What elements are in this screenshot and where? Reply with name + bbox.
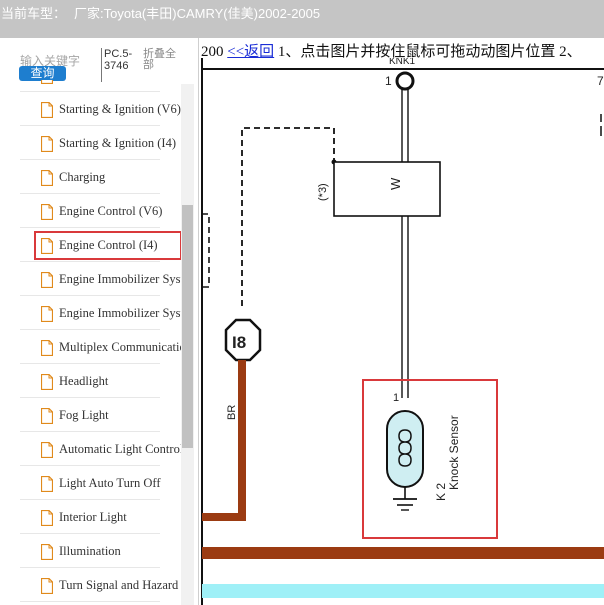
shield-note: (*3) — [317, 183, 329, 201]
document-icon — [41, 510, 53, 526]
tree-item[interactable]: Starting & Ignition (V6) — [20, 92, 181, 126]
tree-item[interactable]: Engine Immobilizer System — [20, 262, 181, 296]
tree-item-label: Multiplex Communication — [59, 340, 181, 354]
document-icon — [41, 272, 53, 288]
tree-item[interactable]: Turn Signal and Hazard — [20, 568, 178, 602]
scrollbar-thumb[interactable] — [182, 205, 193, 448]
wire-color-label: BR — [226, 405, 238, 420]
shield-box-label: W — [388, 177, 403, 190]
bottom-cyan-band — [202, 584, 604, 598]
search-area: 输入关键字 查询 PC.5-3746 折叠全部 — [0, 38, 198, 84]
document-icon — [41, 476, 53, 492]
search-button[interactable]: 查询 — [19, 66, 66, 81]
top-connector-label: KNK1 — [389, 58, 416, 67]
tree-item[interactable]: Light Auto Turn Off — [20, 466, 161, 500]
document-icon — [41, 102, 53, 118]
tree-item-label: Fog Light — [59, 408, 109, 422]
top-pin-number: 1 — [385, 74, 392, 88]
tree-item-label: Starting & Ignition (V6) — [59, 102, 181, 116]
knock-sensor-icon — [386, 410, 424, 488]
tree-item-label: Headlight — [59, 374, 109, 388]
document-icon — [41, 578, 53, 594]
sidebar: 输入关键字 查询 PC.5-3746 折叠全部 Power Source Star… — [0, 38, 198, 605]
top-terminal — [395, 71, 415, 91]
tree-item[interactable]: Interior Light — [20, 500, 160, 534]
sensor-pin-number: 1 — [393, 392, 399, 404]
sensor-code-label: K 2 — [434, 483, 448, 501]
tree-item[interactable]: Engine Control (V6) — [20, 194, 162, 228]
document-icon — [41, 170, 53, 186]
edge-number: 7 — [597, 74, 604, 88]
shield-wire — [241, 127, 335, 306]
tree-item-label: Light Auto Turn Off — [59, 476, 161, 490]
shield-box — [333, 161, 441, 217]
tree-item[interactable]: Fog Light — [20, 398, 160, 432]
document-tree: Power Source Starting & Ignition (V6) Star… — [0, 80, 181, 605]
tree-item[interactable]: Engine Immobilizer System — [20, 296, 181, 330]
tree-item-label: Engine Immobilizer System — [59, 272, 181, 286]
sensor-name-label: Knock Sensor — [447, 415, 461, 490]
document-icon — [41, 80, 53, 84]
tree-item-label: Interior Light — [59, 510, 127, 524]
tree-item-label: Illumination — [59, 544, 121, 558]
tree-item[interactable]: Power Source — [20, 80, 160, 92]
page-code: PC.5-3746 — [101, 48, 137, 82]
document-icon — [41, 544, 53, 560]
sidebar-scrollbar[interactable] — [181, 84, 194, 605]
connector-id-label: I8 — [232, 333, 246, 352]
tree-item[interactable]: Engine Control (I4) — [20, 228, 181, 262]
diagram-viewer: 200 <<返回 1、点击图片并按住鼠标可拖动动图片位置 2、 KNK1 1 7… — [198, 38, 604, 605]
vehicle-label: 当前车型： — [1, 6, 67, 21]
bottom-bus-wire — [202, 547, 604, 559]
document-icon — [41, 306, 53, 322]
tree-item-label: Automatic Light Control — [59, 442, 181, 456]
document-icon — [41, 408, 53, 424]
brown-ground-wire — [202, 360, 246, 521]
tree-item[interactable]: Headlight — [20, 364, 160, 398]
vehicle-model: 厂家:Toyota(丰田)CAMRY(佳美)2002-2005 — [74, 6, 321, 21]
tree-item-label: Charging — [59, 170, 106, 184]
document-icon — [41, 136, 53, 152]
dashed-fragment — [202, 213, 210, 288]
tree-item-label: Engine Control (V6) — [59, 204, 163, 218]
knock-sensor-highlight — [362, 379, 498, 539]
tree-item[interactable]: Illumination — [20, 534, 160, 568]
tree-item-label: Engine Immobilizer System — [59, 306, 181, 320]
document-icon — [41, 340, 53, 356]
tree-item[interactable]: Charging — [20, 160, 160, 194]
tree-item-label: Turn Signal and Hazard — [59, 578, 179, 592]
tree-item[interactable]: Multiplex Communication — [20, 330, 181, 364]
document-icon — [41, 374, 53, 390]
tree-item-label: Power Source — [59, 80, 181, 83]
tree-item[interactable]: Starting & Ignition (I4) — [20, 126, 176, 160]
document-icon — [41, 442, 53, 458]
wiring-diagram[interactable]: KNK1 1 7 W (*3) I8 BR 1 K 2 Knock Sensor — [199, 58, 604, 605]
tree-item-label: Starting & Ignition (I4) — [59, 136, 176, 150]
selected-highlight — [34, 231, 181, 260]
vehicle-header: 当前车型： 厂家:Toyota(丰田)CAMRY(佳美)2002-2005 — [0, 0, 604, 38]
document-icon — [41, 204, 53, 220]
collapse-all-button[interactable]: 折叠全部 — [143, 49, 183, 71]
tree-item[interactable]: Automatic Light Control — [20, 432, 181, 466]
